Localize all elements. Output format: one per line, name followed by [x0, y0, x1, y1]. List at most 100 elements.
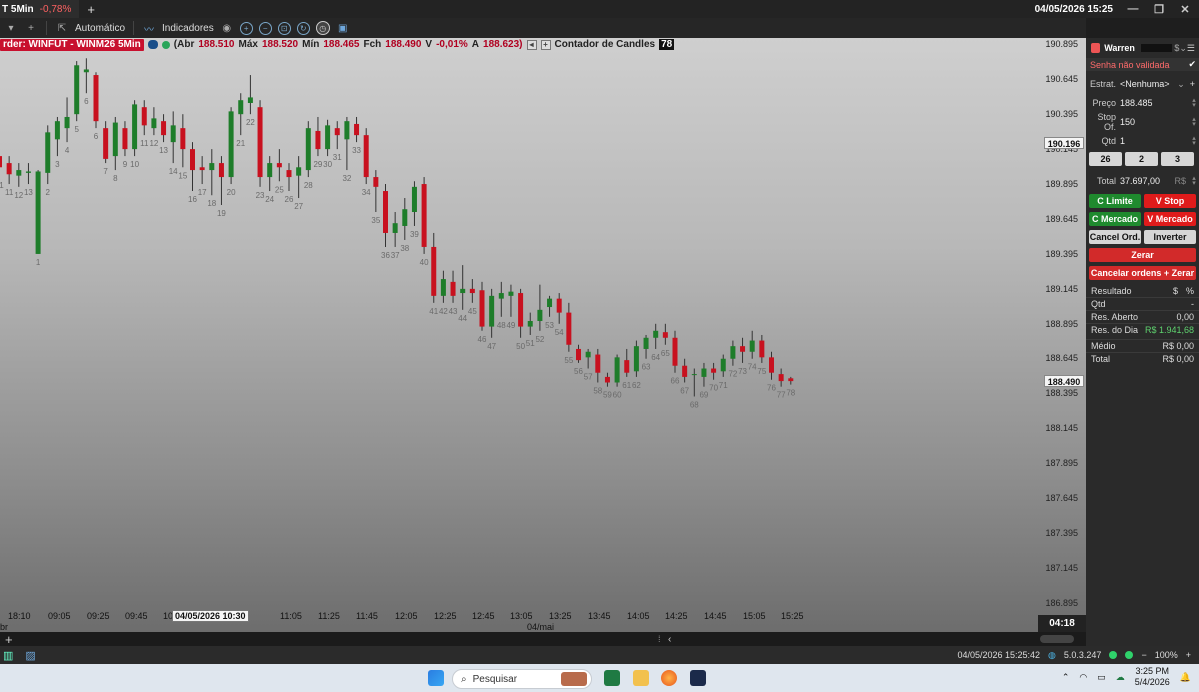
candle[interactable]: 50 — [516, 288, 526, 351]
chart-scrollbar[interactable]: + ⁞ ‹ — [0, 632, 1086, 647]
candle[interactable]: 13 — [24, 163, 33, 197]
buy-market-button[interactable]: C Mercado — [1089, 212, 1141, 226]
candle[interactable]: 58 — [593, 348, 603, 396]
result-percent-toggle[interactable]: % — [1186, 286, 1194, 296]
indicators-icon[interactable]: 〰 — [142, 21, 156, 36]
firefox-icon[interactable] — [661, 670, 677, 686]
password-warning[interactable]: Senha não validada — [1086, 60, 1170, 70]
candle[interactable]: 5 — [74, 61, 79, 134]
candle[interactable]: 24 — [265, 156, 275, 204]
add-button[interactable]: + — [24, 21, 38, 35]
candle[interactable]: 34 — [362, 128, 371, 197]
candle[interactable]: 75 — [757, 334, 767, 376]
candle[interactable]: 49 — [506, 284, 516, 330]
candle[interactable]: 4 — [64, 97, 70, 155]
check-icon[interactable]: ✔ — [1188, 59, 1196, 70]
quick-qty-1[interactable]: 26 — [1089, 152, 1122, 166]
add-strategy-icon[interactable]: + — [1190, 79, 1195, 89]
order-symbol-tag[interactable]: rder: WINFUT - WINM26 5Min — [0, 38, 144, 51]
candle[interactable]: 78 — [786, 376, 796, 398]
cursor-icon[interactable]: ⇱ — [55, 21, 69, 35]
account-dropdown-icon[interactable]: $⌄ — [1174, 43, 1187, 54]
candle[interactable]: 22 — [246, 75, 255, 127]
restore-button[interactable]: ❐ — [1153, 3, 1165, 16]
candle[interactable]: 31 — [333, 121, 342, 162]
candle[interactable]: 53 — [545, 295, 555, 330]
sell-stop-button[interactable]: V Stop — [1144, 194, 1196, 208]
invert-button[interactable]: Inverter — [1144, 230, 1196, 244]
scroll-center-icon[interactable]: ⁞ — [658, 634, 661, 644]
candle[interactable]: 11 — [5, 156, 14, 197]
candle[interactable]: 27 — [294, 156, 304, 211]
candle[interactable]: 8 — [112, 116, 118, 183]
price-input[interactable]: 188.485 — [1120, 98, 1189, 108]
candle[interactable]: 25 — [275, 149, 284, 194]
candle[interactable]: 3 — [54, 116, 60, 169]
candle[interactable]: 76 — [767, 351, 776, 393]
candle[interactable]: 26 — [285, 163, 294, 204]
qty-input[interactable]: 1 — [1120, 136, 1189, 146]
cancel-orders-button[interactable]: Cancel Ord. — [1089, 230, 1141, 244]
candle[interactable]: 7 — [103, 121, 108, 176]
candle[interactable]: 65 — [661, 323, 670, 358]
zoom-out-status-icon[interactable]: − — [1141, 650, 1146, 660]
layout-icon[interactable]: ▣ — [336, 21, 350, 35]
candle[interactable]: 15 — [178, 114, 188, 180]
price-stepper-icon[interactable]: ▴ ▾ — [1189, 97, 1199, 109]
candle[interactable]: 29 — [313, 116, 323, 169]
clock-icon[interactable]: ◷ — [315, 21, 330, 35]
stop-stepper-icon[interactable]: ▴ ▾ — [1189, 116, 1199, 128]
candle[interactable]: 19 — [217, 156, 226, 218]
collapse-icon[interactable]: ◂ — [526, 39, 537, 50]
taskbar-search[interactable]: ⌕ Pesquisar — [452, 669, 592, 689]
candle[interactable]: 18 — [207, 149, 217, 208]
candle[interactable]: 32 — [342, 116, 352, 183]
scroll-left-icon[interactable]: ‹ — [668, 634, 671, 645]
zoom-in-status-icon[interactable]: + — [1186, 650, 1191, 660]
candle[interactable]: 68 — [690, 368, 699, 410]
candle[interactable]: 46 — [478, 281, 487, 344]
candle[interactable]: 41 — [429, 232, 439, 316]
candle[interactable]: 20 — [227, 107, 236, 197]
candle[interactable]: 56 — [574, 344, 583, 376]
candle[interactable]: 61 — [622, 348, 632, 390]
candle[interactable]: 73 — [738, 337, 748, 376]
candle[interactable]: 69 — [699, 362, 709, 400]
candle[interactable]: 48 — [497, 281, 506, 330]
candle[interactable]: 57 — [584, 348, 593, 382]
result-dollar-toggle[interactable]: $ — [1173, 286, 1178, 296]
candle[interactable]: 14 — [169, 111, 178, 176]
candle[interactable]: 30 — [323, 119, 333, 169]
candle[interactable]: 64 — [651, 323, 661, 362]
candle[interactable]: 6 — [93, 72, 99, 141]
candle[interactable]: 11 — [140, 100, 149, 148]
candle[interactable]: 67 — [680, 358, 690, 396]
candle[interactable]: 23 — [256, 100, 265, 200]
quick-qty-3[interactable]: 3 — [1161, 152, 1194, 166]
candle[interactable]: 40 — [420, 177, 429, 267]
candle[interactable]: 47 — [487, 288, 497, 351]
flatten-button[interactable]: Zerar — [1089, 248, 1196, 262]
zoom-out-icon[interactable]: − — [258, 21, 272, 35]
add-study-icon[interactable]: + — [540, 39, 551, 50]
candle[interactable]: 63 — [642, 334, 651, 372]
chart-bars-icon[interactable]: ▥ — [3, 649, 13, 662]
chart-line-icon[interactable]: ▨ — [25, 649, 35, 662]
candle[interactable]: 1 — [35, 170, 41, 267]
candle[interactable]: 74 — [748, 330, 757, 372]
candle[interactable]: 55 — [564, 302, 574, 365]
candle[interactable]: 60 — [613, 354, 622, 400]
add-panel-button[interactable]: + — [5, 632, 13, 647]
wifi-icon[interactable]: ◠ — [1079, 672, 1087, 683]
file-explorer-icon[interactable] — [633, 670, 649, 686]
indicators-button[interactable]: Indicadores — [162, 23, 214, 34]
auto-scale-button[interactable]: Automático — [75, 23, 125, 34]
chart-tab[interactable]: T 5Min -0,78% — [0, 0, 80, 18]
dropdown-arrow-icon[interactable]: ▾ — [4, 21, 18, 35]
candle[interactable]: 51 — [526, 312, 535, 348]
eye-icon[interactable]: ◉ — [220, 21, 234, 35]
candle[interactable]: 37 — [391, 212, 400, 260]
account-name[interactable]: Warren — [1104, 43, 1135, 53]
profit-app-icon[interactable] — [690, 670, 706, 686]
candle[interactable]: 70 — [709, 362, 719, 393]
